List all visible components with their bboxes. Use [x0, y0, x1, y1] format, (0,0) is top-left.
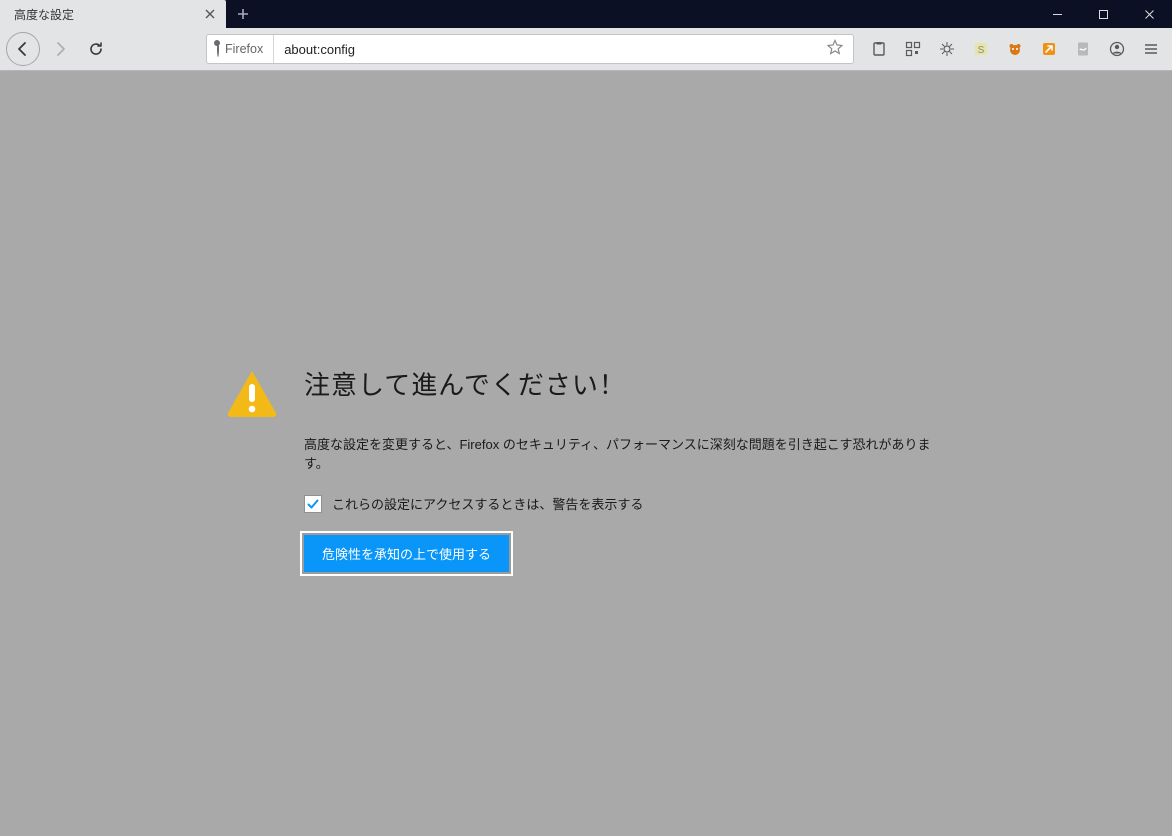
spider-icon[interactable] — [932, 34, 962, 64]
extension-icon[interactable] — [1034, 34, 1064, 64]
tab-title: 高度な設定 — [14, 6, 202, 23]
page-content: 注意して進んでください！ 高度な設定を変更すると、Firefox のセキュリティ… — [0, 71, 1172, 836]
back-button[interactable] — [6, 32, 40, 66]
qr-icon[interactable] — [898, 34, 928, 64]
clipboard-icon[interactable] — [864, 34, 894, 64]
new-tab-area — [226, 0, 260, 28]
identity-label: Firefox — [225, 42, 263, 56]
minimize-button[interactable] — [1034, 0, 1080, 28]
close-window-button[interactable] — [1126, 0, 1172, 28]
bookmark-star-icon[interactable] — [817, 39, 853, 60]
svg-text:S: S — [978, 45, 985, 56]
browser-tab[interactable]: 高度な設定 — [0, 0, 226, 28]
warning-description: 高度な設定を変更すると、Firefox のセキュリティ、パフォーマンスに深刻な問… — [304, 434, 946, 472]
url-bar[interactable]: Firefox — [206, 34, 854, 64]
identity-box[interactable]: Firefox — [207, 35, 274, 63]
navigation-toolbar: Firefox S — [0, 28, 1172, 71]
window-controls — [1034, 0, 1172, 28]
s-badge-icon[interactable]: S — [966, 34, 996, 64]
pdf-icon[interactable] — [1068, 34, 1098, 64]
checkbox[interactable] — [304, 495, 322, 513]
close-tab-icon[interactable] — [202, 6, 218, 22]
warning-container: 注意して進んでください！ 高度な設定を変更すると、Firefox のセキュリティ… — [226, 365, 946, 572]
maximize-button[interactable] — [1080, 0, 1126, 28]
new-tab-button[interactable] — [237, 4, 249, 25]
reload-button[interactable] — [80, 33, 112, 65]
monkey-icon[interactable] — [1000, 34, 1030, 64]
warning-triangle-icon — [226, 365, 278, 422]
forward-button — [44, 33, 76, 65]
warning-title: 注意して進んでください！ — [304, 365, 946, 402]
checkbox-label: これらの設定にアクセスするときは、警告を表示する — [332, 494, 643, 513]
account-icon[interactable] — [1102, 34, 1132, 64]
menu-button[interactable] — [1136, 34, 1166, 64]
warning-body: 注意して進んでください！ 高度な設定を変更すると、Firefox のセキュリティ… — [304, 365, 946, 572]
show-warning-checkbox-row[interactable]: これらの設定にアクセスするときは、警告を表示する — [304, 494, 946, 513]
titlebar: 高度な設定 — [0, 0, 1172, 28]
titlebar-drag-area[interactable] — [260, 0, 1034, 28]
url-input[interactable] — [274, 42, 817, 57]
accept-risk-button[interactable]: 危険性を承知の上で使用する — [304, 535, 509, 572]
firefox-icon — [217, 42, 219, 56]
